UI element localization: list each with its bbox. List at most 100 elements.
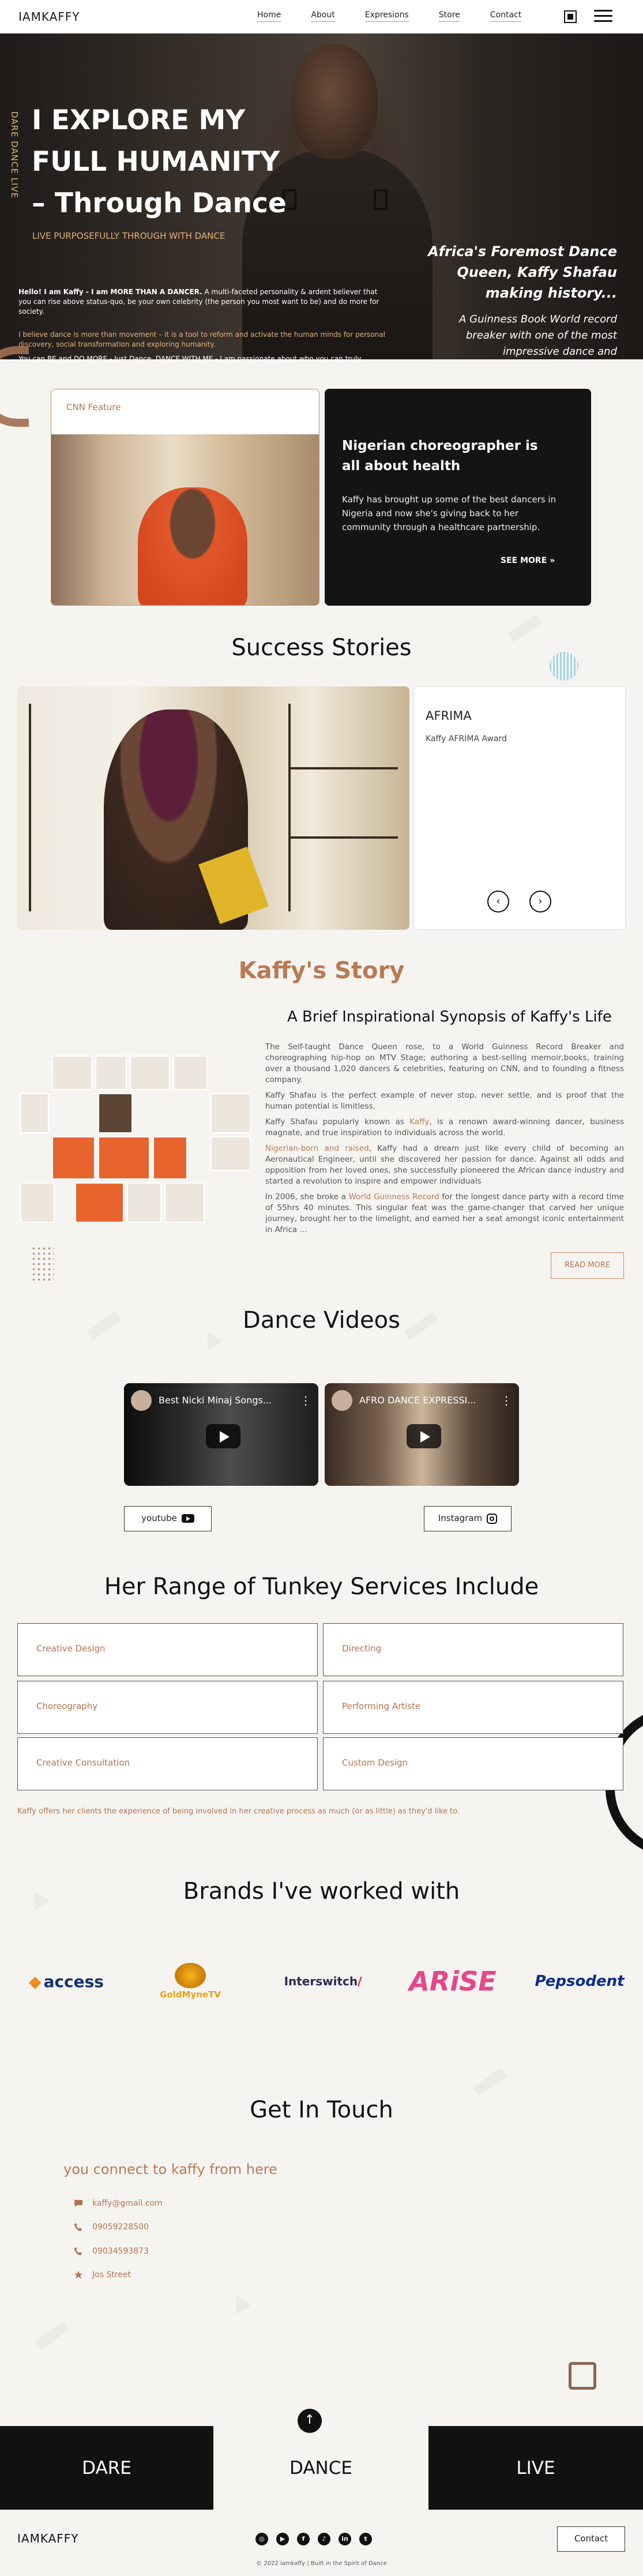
cnn-label: CNN Feature	[66, 402, 121, 412]
twitter-icon[interactable]: t	[359, 2533, 372, 2545]
mosaic-tile	[173, 1056, 208, 1090]
story-paragraph: Kaffy Shafau is the perfect example of n…	[265, 1091, 624, 1111]
story-paragraph: Kaffy Shafau popularly known as Kaffy, i…	[265, 1117, 624, 1139]
mosaic-tile	[210, 1136, 251, 1171]
instagram-button[interactable]: Instagram	[424, 1506, 512, 1531]
mosaic-tile	[153, 1136, 187, 1180]
service-item[interactable]: Directing	[323, 1623, 623, 1676]
tiktok-icon[interactable]: ♪	[318, 2533, 330, 2545]
service-item[interactable]: Creative Consultation	[17, 1737, 318, 1790]
mosaic-tile	[20, 1093, 49, 1133]
footer: IAMKAFFY ◎ ▶ f ♪ in t Contact © 2022 iam…	[0, 2510, 643, 2576]
cnn-body: Kaffy has brought up some of the best da…	[342, 494, 556, 532]
mosaic-tile	[52, 1056, 92, 1090]
see-more-label: SEE MORE	[501, 556, 547, 565]
story-highlight: World Guinness Record	[348, 1192, 439, 1201]
hero-subtitle: LIVE PURPOSEFULLY THROUGH WITH DANCE	[32, 231, 225, 241]
hero-belief: I believe dance is more than movement – …	[18, 331, 386, 348]
avatar	[332, 1390, 352, 1411]
chat-widget-icon[interactable]	[569, 2362, 596, 2390]
success-card-title: AFRIMA	[426, 709, 472, 723]
service-item[interactable]: Performing Artiste	[323, 1681, 623, 1734]
videos-heading: Dance Videos	[243, 1307, 400, 1334]
access-logo: ◆ access	[17, 1958, 115, 2004]
more-vertical-icon[interactable]: ⋮	[300, 1394, 311, 1407]
read-more-button[interactable]: READ MORE	[551, 1252, 624, 1279]
youtube-icon	[181, 1514, 194, 1523]
theme-toggle-icon[interactable]	[564, 10, 577, 23]
nav-link-contact[interactable]: Contact	[490, 10, 522, 22]
youtube-button-label: youtube	[141, 1513, 177, 1523]
story-text-span: In 2006, she broke a	[265, 1192, 349, 1201]
play-icon[interactable]	[407, 1424, 441, 1448]
interswitch-mark-icon: /	[358, 1974, 362, 1988]
contact-phone-text: 09034593873	[92, 2247, 149, 2256]
nav-link-store[interactable]: Store	[438, 10, 460, 22]
arise-logo-text: ARiSE	[409, 1966, 497, 1997]
instagram-icon	[487, 1513, 498, 1524]
brand-logo[interactable]: IAMKAFFY	[18, 10, 80, 24]
chevron-left-icon[interactable]: ‹	[487, 891, 509, 913]
facebook-icon[interactable]: f	[297, 2533, 310, 2545]
double-chevron-right-icon: »	[550, 556, 555, 565]
decor-arc	[0, 346, 29, 427]
video-embed[interactable]: AFRO DANCE EXPRESSI... ⋮	[325, 1383, 519, 1486]
bg-decor	[35, 2321, 69, 2349]
footer-brand[interactable]: IAMKAFFY	[17, 2532, 79, 2545]
contact-email-text: kaffy@gmail.com	[92, 2199, 163, 2208]
play-icon[interactable]	[206, 1424, 240, 1448]
services-note: Kaffy offers her clients the experience …	[17, 1807, 460, 1816]
instagram-icon[interactable]: ◎	[255, 2533, 268, 2545]
contact-address-text: Jos Street	[92, 2270, 131, 2280]
success-card-subtitle: Kaffy AFRIMA Award	[426, 734, 507, 743]
see-more-link[interactable]: SEE MORE »	[501, 556, 555, 565]
hero-right-title: Africa's Foremost Dance Queen, Kaffy Sha…	[428, 243, 617, 301]
bg-decor	[473, 2067, 507, 2096]
hero-title-line: FULL HUMANITY	[32, 146, 280, 178]
cnn-photo-person	[138, 487, 247, 605]
hero-right-body: A Guinness Book World record breaker wit…	[459, 313, 617, 358]
service-item[interactable]: Custom Design	[323, 1737, 623, 1790]
nav-link-about[interactable]: About	[311, 10, 335, 22]
chevron-right-icon[interactable]: ›	[529, 891, 551, 913]
story-paragraph: The Self-taught Dance Queen rose, to a W…	[265, 1042, 624, 1084]
footer-word-dance: DANCE	[213, 2426, 428, 2510]
more-vertical-icon[interactable]: ⋮	[501, 1394, 512, 1407]
contact-lead: you connect to kaffy from here	[63, 2161, 277, 2177]
service-item[interactable]: Creative Design	[17, 1623, 318, 1676]
cnn-feature-card[interactable]: CNN Feature	[51, 389, 319, 606]
success-story-card: AFRIMA Kaffy AFRIMA Award ‹ ›	[413, 686, 626, 930]
arise-logo: ARiSE	[404, 1958, 502, 2004]
footer-contact-button[interactable]: Contact	[557, 2526, 625, 2552]
mosaic-tile	[95, 1056, 127, 1090]
nav-link-home[interactable]: Home	[257, 10, 281, 22]
copyright: © 2022 iamkaffy | Built in the Spirit of…	[256, 2560, 387, 2567]
contact-heading: Get In Touch	[250, 2097, 393, 2123]
pepsodent-logo: Pepsodent	[531, 1958, 629, 2004]
mosaic-tile	[164, 1182, 205, 1223]
mosaic-tile	[127, 1182, 161, 1223]
cnn-headline: Nigerian choreographer is all about heal…	[342, 438, 538, 474]
hero-title-line: – Through Dance	[32, 187, 287, 219]
goldmyne-logo: GoldMyneTV	[147, 1958, 234, 2004]
avatar	[131, 1390, 152, 1411]
mosaic-tile	[98, 1136, 150, 1180]
video-embed[interactable]: Best Nicki Minaj Songs... ⋮	[124, 1383, 318, 1486]
services-heading: Her Range of Tunkey Services Include	[104, 1574, 539, 1600]
youtube-icon[interactable]: ▶	[276, 2533, 289, 2545]
phone-icon	[74, 2247, 82, 2255]
scroll-to-top-icon[interactable]: ↑	[298, 2409, 322, 2433]
hamburger-menu-icon[interactable]	[594, 10, 612, 25]
service-item[interactable]: Choreography	[17, 1681, 318, 1734]
hero-intro-bold: Hello! I am Kaffy - I am MORE THAN A DAN…	[18, 288, 202, 296]
mosaic-tile	[75, 1182, 124, 1223]
bg-decor	[208, 1332, 223, 1351]
mosaic-tile	[210, 1093, 251, 1133]
youtube-button[interactable]: youtube	[124, 1506, 212, 1531]
story-text: The Self-taught Dance Queen rose, to a W…	[265, 1042, 624, 1240]
instagram-button-label: Instagram	[438, 1513, 483, 1523]
nav-link-expresions[interactable]: Expresions	[364, 10, 409, 22]
decor-stripe-circle	[550, 652, 578, 681]
linkedin-icon[interactable]: in	[339, 2533, 351, 2545]
video-title: AFRO DANCE EXPRESSI...	[359, 1395, 476, 1406]
